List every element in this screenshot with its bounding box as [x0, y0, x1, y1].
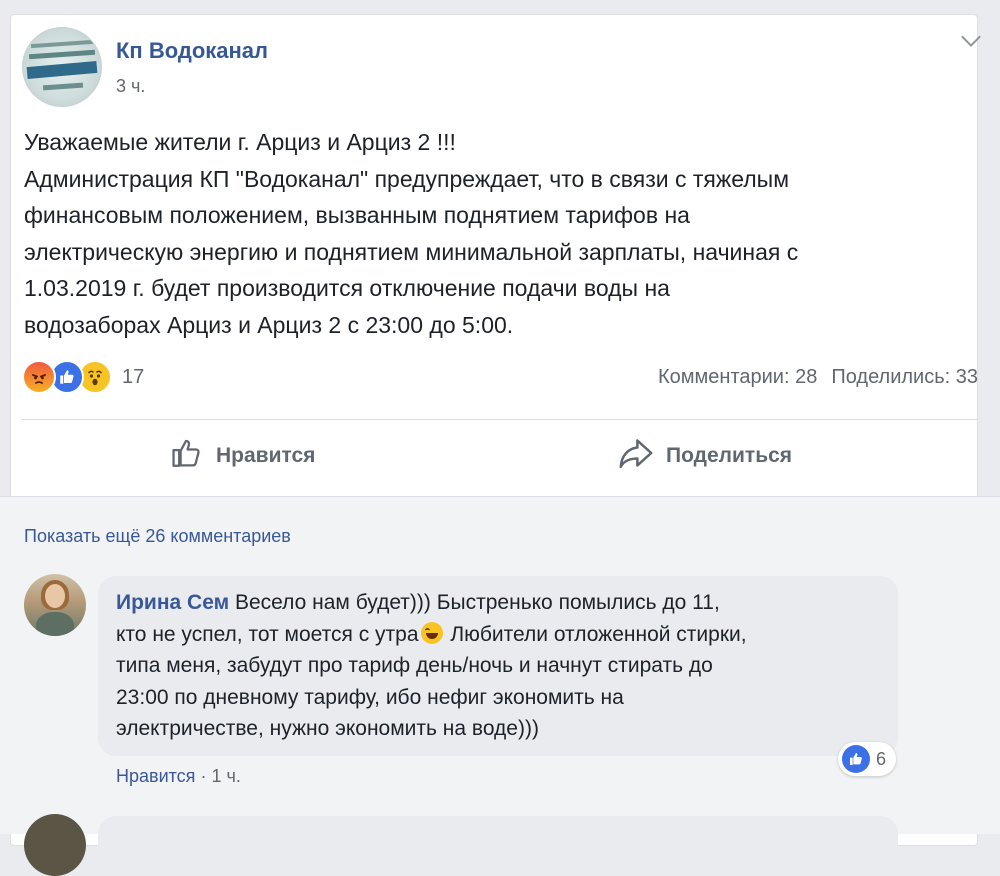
reaction-count: 17	[122, 365, 145, 388]
share-arrow-icon	[618, 436, 654, 476]
comment-line: типа меня, забудут про тариф день/ночь и…	[116, 654, 713, 677]
comment-line: Ирина Сем Весело нам будет))) Быстренько…	[116, 587, 886, 619]
engagement-counts: Комментарии: 28 Поделились: 33	[658, 366, 978, 389]
comment-reaction-count: 6	[876, 748, 887, 769]
comment-timestamp[interactable]: 1 ч.	[211, 766, 240, 786]
comment-line-text: Весело нам будет))) Быстренько помылись …	[234, 591, 720, 614]
share-button-label: Поделиться	[666, 444, 793, 467]
laughing-emoji-icon	[420, 621, 443, 644]
share-button[interactable]: Поделиться	[618, 436, 792, 476]
post-text-line: электрическую энергию и поднятием минима…	[24, 238, 799, 265]
comment-like-link[interactable]: Нравится	[116, 766, 195, 786]
comment-line-text: Любители отложенной стирки,	[444, 622, 747, 646]
avatar[interactable]	[24, 574, 86, 636]
divider	[22, 419, 978, 420]
post-text-line: водозаборах Арциз и Арциз 2 с 23:00 до 5…	[24, 311, 514, 338]
reactions-summary[interactable]: 17	[22, 360, 144, 394]
comment-reaction-badge[interactable]: 6	[838, 742, 897, 776]
comment-author-link[interactable]: Ирина Сем	[116, 591, 229, 614]
page-avatar[interactable]	[22, 27, 102, 107]
post-text-line: финансовым положением, вызванным подняти…	[24, 202, 690, 228]
post-text: Уважаемые жители г. Арциз и Арциз 2 !!! …	[24, 124, 954, 343]
comments-count-link[interactable]: Комментарии: 28	[658, 366, 817, 389]
post-text-line: Администрация КП "Водоканал" предупрежда…	[24, 165, 790, 192]
separator-dot: ·	[200, 766, 207, 786]
like-button-label: Нравится	[216, 444, 316, 467]
shares-count-link[interactable]: Поделились: 33	[831, 366, 978, 389]
avatar[interactable]	[24, 814, 86, 876]
comment-line: кто не успел, тот моется с утра Любители…	[116, 619, 886, 651]
comment-line-text: кто не успел, тот моется с утра	[116, 622, 419, 646]
comment-actions: Нравится · 1 ч.	[116, 766, 241, 787]
post-timestamp[interactable]: 3 ч.	[116, 76, 145, 97]
show-more-comments-link[interactable]: Показать ещё 26 комментариев	[24, 526, 291, 547]
comment-text: Ирина Сем Весело нам будет))) Быстренько…	[116, 587, 886, 745]
post-text-line: 1.03.2019 г. будет производится отключен…	[24, 275, 670, 301]
comment-line: 23:00 по дневному тарифу, ибо нефиг экон…	[116, 685, 624, 709]
post-text-line: Уважаемые жители г. Арциз и Арциз 2 !!!	[24, 129, 456, 155]
thumbs-up-icon	[170, 436, 204, 476]
comment-bubble	[98, 816, 898, 876]
like-button[interactable]: Нравится	[170, 436, 315, 476]
comment-line: электричестве, нужно экономить на воде))…	[116, 717, 539, 740]
page-name-link[interactable]: Кп Водоканал	[116, 38, 268, 64]
like-icon	[842, 745, 870, 773]
angry-icon	[22, 360, 56, 394]
